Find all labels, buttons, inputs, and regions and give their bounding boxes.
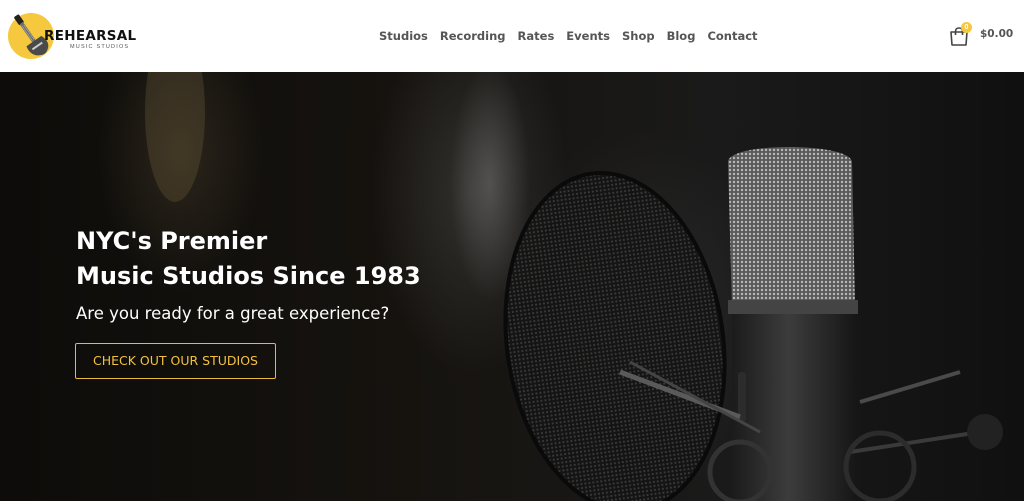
hero-subtitle: Are you ready for a great experience?	[76, 304, 390, 323]
cart-widget[interactable]: 0 $0.00	[948, 22, 1018, 48]
logo-tagline: MUSIC STUDIOS	[70, 44, 130, 50]
main-nav: Studios Recording Rates Events Shop Blog…	[379, 28, 758, 44]
site-logo[interactable]: REHEARSAL MUSIC STUDIOS	[6, 9, 146, 65]
nav-item-recording[interactable]: Recording	[440, 28, 506, 44]
cart-total[interactable]: $0.00	[980, 27, 1013, 41]
hero-heading-line2: Music Studios Since 1983	[76, 262, 421, 290]
hero-heading: NYC's Premier Music Studios Since 1983	[76, 224, 421, 294]
nav-item-rates[interactable]: Rates	[518, 28, 555, 44]
nav-item-shop[interactable]: Shop	[622, 28, 655, 44]
check-out-studios-button[interactable]: CHECK OUT OUR STUDIOS	[75, 343, 276, 379]
nav-item-studios[interactable]: Studios	[379, 28, 428, 44]
nav-item-blog[interactable]: Blog	[667, 28, 696, 44]
nav-item-events[interactable]: Events	[566, 28, 610, 44]
logo-wordmark: REHEARSAL	[44, 28, 137, 44]
cart-count-badge: 0	[961, 22, 972, 33]
nav-item-contact[interactable]: Contact	[707, 28, 757, 44]
hero-heading-line1: NYC's Premier	[76, 227, 268, 255]
site-header: REHEARSAL MUSIC STUDIOS Studios Recordin…	[0, 0, 1024, 72]
hero-banner: NYC's Premier Music Studios Since 1983 A…	[0, 72, 1024, 501]
